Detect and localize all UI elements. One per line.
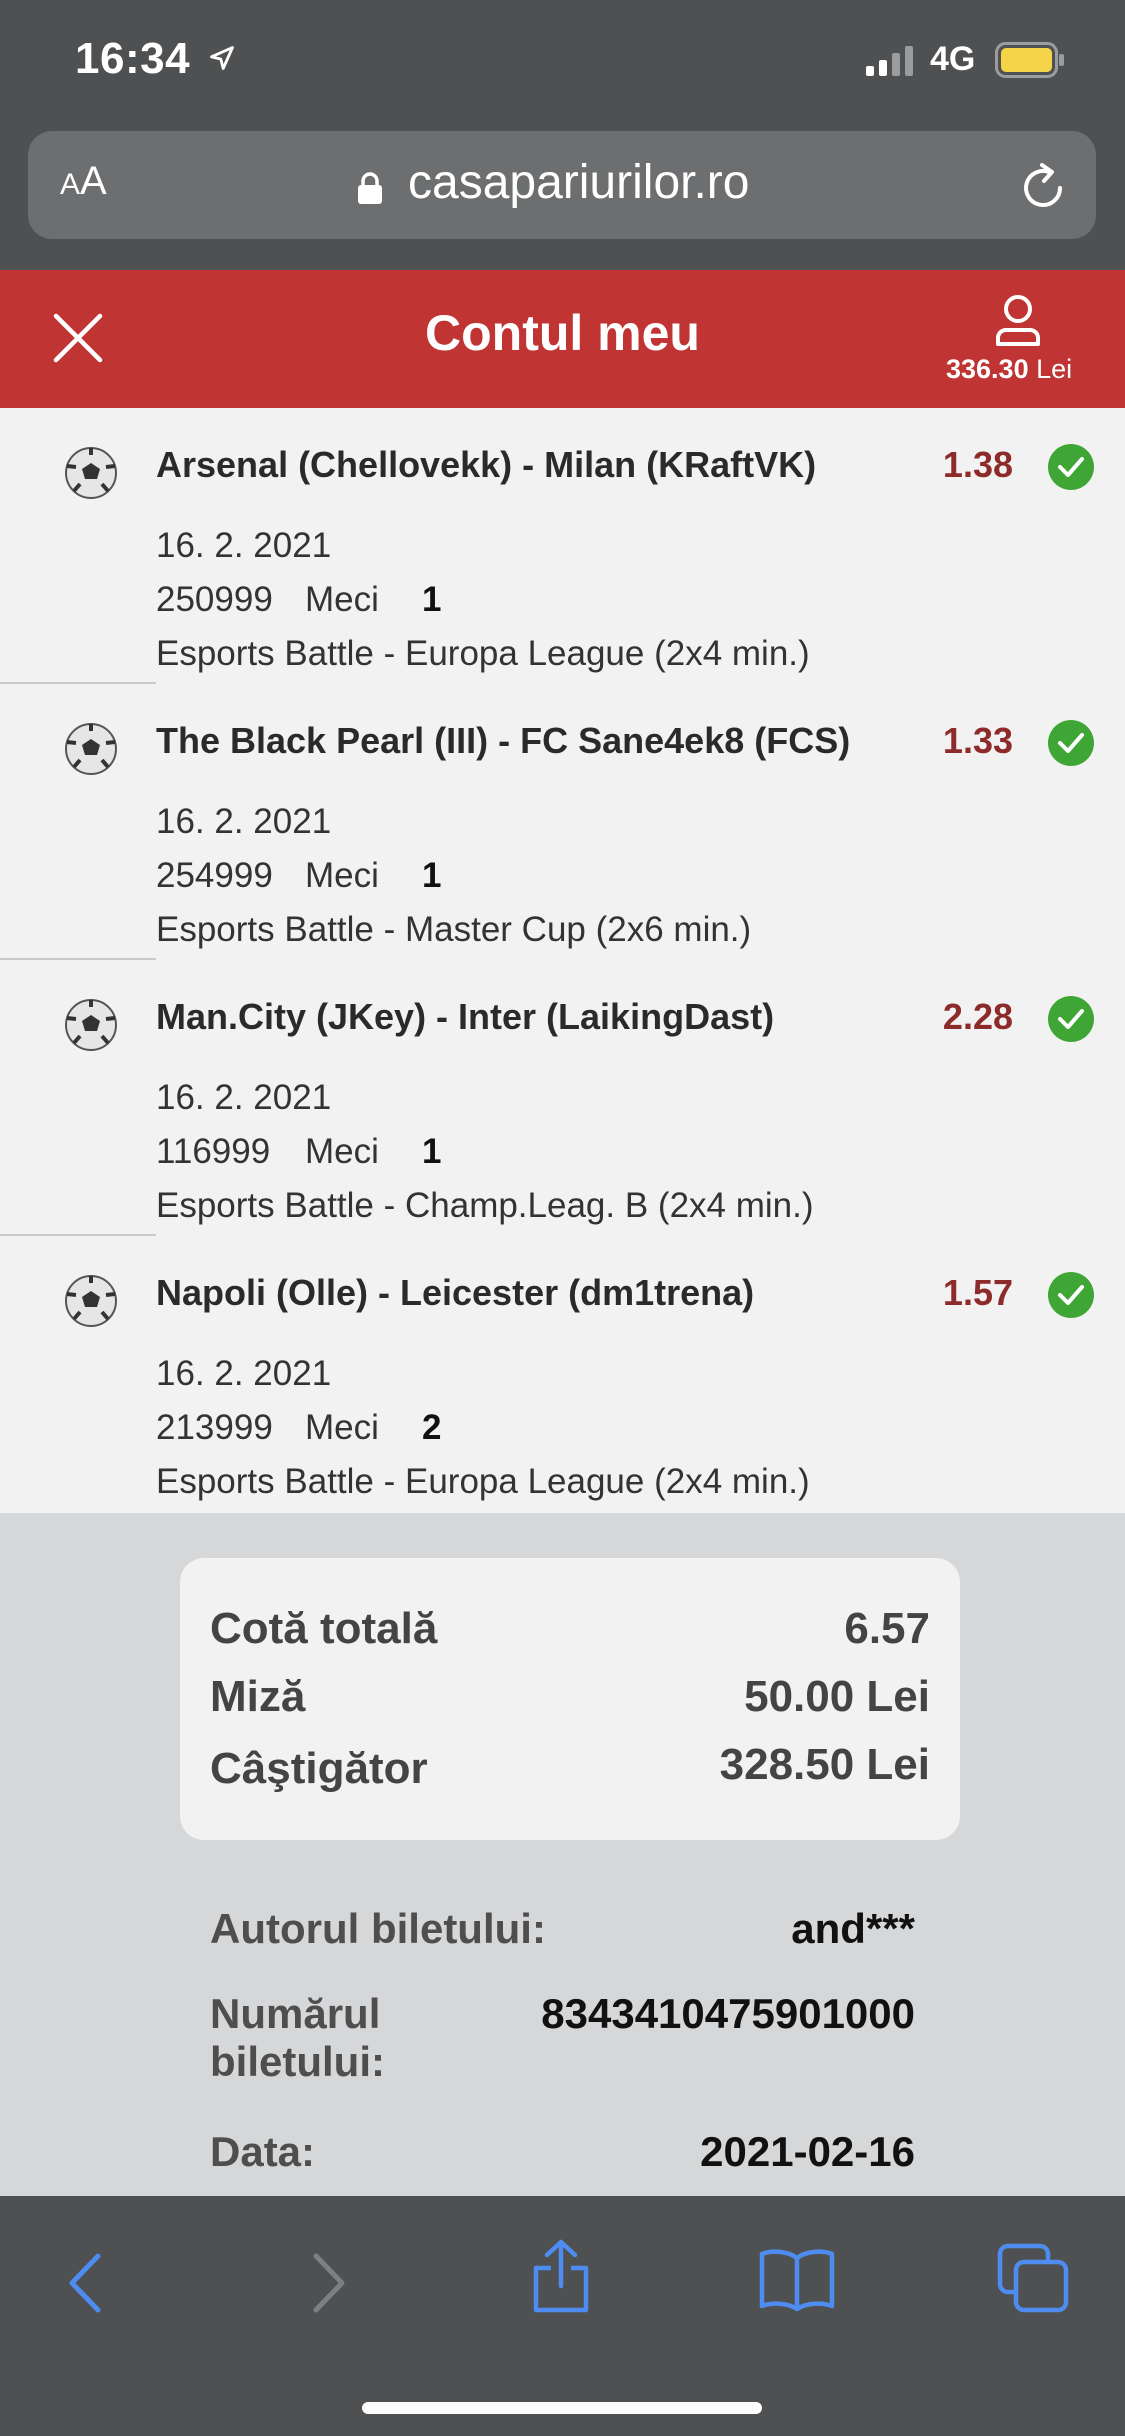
status-time: 16:34 [75, 34, 191, 83]
bet-market: Meci [305, 856, 379, 895]
signal-icon [866, 46, 913, 76]
ticket-summary: Cotă totală 6.57 Miză 50.00 Lei Câştigăt… [180, 1558, 960, 1840]
soccer-ball-icon [65, 447, 117, 499]
network-type: 4G [930, 40, 976, 78]
bet-row: The Black Pearl (III) - FC Sane4ek8 (FCS… [0, 684, 1125, 960]
bet-odds: 2.28 [942, 996, 1013, 1037]
check-circle-icon [1048, 1272, 1094, 1318]
bet-match: The Black Pearl (III) - FC Sane4ek8 (FCS… [156, 720, 851, 761]
bet-match: Man.City (JKey) - Inter (LaikingDast) [156, 996, 775, 1037]
ticket-number-label: Numărul biletului: [210, 1990, 385, 2085]
location-arrow-icon [210, 46, 234, 70]
bet-date: 16. 2. 2021 [156, 1078, 332, 1117]
check-circle-icon [1048, 720, 1094, 766]
bet-odds: 1.33 [942, 720, 1013, 761]
soccer-ball-icon [65, 723, 117, 775]
bet-code: 116999 [156, 1132, 271, 1171]
address-bar[interactable]: AA casapariurilor.ro [28, 131, 1096, 239]
forward-icon[interactable] [306, 2250, 350, 2316]
bet-row: Arsenal (Chellovekk) - Milan (KRaftVK) 1… [0, 408, 1125, 684]
check-circle-icon [1048, 444, 1094, 490]
ticket-date-label: Data: [210, 2128, 316, 2175]
bet-league: Esports Battle - Europa League (2x4 min.… [156, 634, 810, 673]
soccer-ball-icon [65, 999, 117, 1051]
browser-toolbar: AA casapariurilor.ro [0, 125, 1125, 270]
soccer-ball-icon [65, 1275, 117, 1327]
browser-bottom-bar [0, 2196, 1125, 2436]
bet-match: Arsenal (Chellovekk) - Milan (KRaftVK) [156, 444, 817, 485]
bet-date: 16. 2. 2021 [156, 802, 332, 841]
bet-row: Man.City (JKey) - Inter (LaikingDast) 2.… [0, 960, 1125, 1236]
text-size-button[interactable]: AA [60, 159, 107, 204]
status-bar: 16:34 4G [0, 0, 1125, 125]
bet-date: 16. 2. 2021 [156, 526, 332, 565]
winnings-value: 328.50 Lei [719, 1740, 930, 1789]
battery-icon [995, 42, 1064, 78]
stake-label: Miză [210, 1672, 306, 1721]
bet-odds: 1.57 [942, 1272, 1013, 1313]
bet-row: Napoli (Olle) - Leicester (dm1trena) 1.5… [0, 1236, 1125, 1512]
url-text[interactable]: casapariurilor.ro [408, 155, 749, 210]
share-icon[interactable] [530, 2238, 592, 2314]
home-indicator [362, 2402, 762, 2414]
bet-market: Meci [305, 1132, 379, 1171]
bet-odds: 1.38 [942, 444, 1013, 485]
bet-match: Napoli (Olle) - Leicester (dm1trena) [156, 1272, 755, 1313]
lock-icon [358, 172, 382, 204]
bet-pick: 1 [422, 1132, 442, 1171]
page-header: Contul meu 336.30 Lei [0, 270, 1125, 408]
bookmarks-icon[interactable] [758, 2246, 836, 2312]
bet-league: Esports Battle - Master Cup (2x6 min.) [156, 910, 752, 949]
bet-code: 213999 [156, 1408, 273, 1447]
reload-icon[interactable] [1016, 161, 1070, 215]
bet-pick: 1 [422, 580, 442, 619]
ticket-number-value: 8343410475901000 [541, 1990, 915, 2037]
bet-league: Esports Battle - Champ.Leag. B (2x4 min.… [156, 1186, 814, 1225]
author-label: Autorul biletului: [210, 1905, 546, 1952]
bet-pick: 2 [422, 1408, 442, 1447]
bet-league: Esports Battle - Europa League (2x4 min.… [156, 1462, 810, 1501]
back-icon[interactable] [64, 2250, 108, 2316]
total-odds-label: Cotă totală [210, 1604, 438, 1653]
bet-market: Meci [305, 1408, 379, 1447]
ticket-date-value: 2021-02-16 [700, 2128, 915, 2175]
bet-code: 254999 [156, 856, 273, 895]
user-icon[interactable] [990, 294, 1046, 346]
winnings-label: Câştigător [210, 1744, 428, 1793]
stake-value: 50.00 Lei [744, 1672, 930, 1721]
bet-date: 16. 2. 2021 [156, 1354, 332, 1393]
tabs-icon[interactable] [996, 2242, 1070, 2314]
bet-market: Meci [305, 580, 379, 619]
account-balance[interactable]: 336.30 Lei [946, 354, 1072, 385]
check-circle-icon [1048, 996, 1094, 1042]
author-value: and*** [791, 1905, 915, 1952]
bet-pick: 1 [422, 856, 442, 895]
bet-list: Arsenal (Chellovekk) - Milan (KRaftVK) 1… [0, 408, 1125, 1513]
bet-code: 250999 [156, 580, 273, 619]
total-odds-value: 6.57 [844, 1604, 930, 1653]
